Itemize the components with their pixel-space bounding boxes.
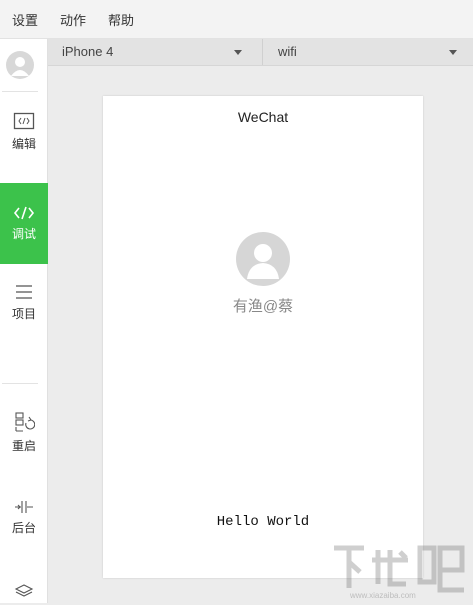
page-title: WeChat xyxy=(237,109,289,125)
code-box-icon xyxy=(0,111,48,131)
toolbar-divider xyxy=(262,39,263,65)
network-select[interactable]: wifi xyxy=(278,39,468,65)
network-select-value: wifi xyxy=(278,44,297,59)
sidebar-item-label: 编辑 xyxy=(11,137,36,151)
menu-settings[interactable]: 设置 xyxy=(12,10,38,29)
background-icon xyxy=(0,499,48,515)
simulator-toolbar: iPhone 4 wifi xyxy=(48,39,473,66)
menu-bar: 设置 动作 帮助 xyxy=(0,0,473,39)
chevron-down-icon xyxy=(234,50,242,55)
sidebar: 编辑 调试 项目 重启 后台 xyxy=(0,39,48,603)
device-select-value: iPhone 4 xyxy=(62,44,114,59)
sidebar-item-label: 重启 xyxy=(11,439,36,453)
sidebar-item-project[interactable]: 项目 xyxy=(0,283,48,343)
sidebar-divider xyxy=(2,383,38,384)
user-avatar-icon xyxy=(236,232,290,286)
sidebar-item-edit[interactable]: 编辑 xyxy=(0,111,48,169)
layers-icon xyxy=(0,583,48,599)
phone-simulator: WeChat 有渔@蔡 Hello World xyxy=(103,96,423,578)
sidebar-item-restart[interactable]: 重启 xyxy=(0,411,48,471)
menu-lines-icon xyxy=(0,283,48,301)
sidebar-item-label: 调试 xyxy=(11,227,36,241)
user-avatar-icon[interactable] xyxy=(6,51,34,79)
hello-text: Hello World xyxy=(216,514,310,530)
sidebar-item-background[interactable]: 后台 xyxy=(0,499,48,549)
sidebar-item-label: 项目 xyxy=(11,307,36,321)
menu-help[interactable]: 帮助 xyxy=(108,10,134,29)
sidebar-divider xyxy=(2,91,38,92)
menu-actions[interactable]: 动作 xyxy=(60,10,86,29)
device-select[interactable]: iPhone 4 xyxy=(62,39,262,65)
sidebar-item-debug[interactable]: 调试 xyxy=(0,183,48,264)
restart-icon xyxy=(0,411,48,433)
watermark-url: www.xiazaiba.com xyxy=(349,591,416,600)
watermark-logo: www.xiazaiba.com xyxy=(330,540,470,600)
user-nickname: 有渔@蔡 xyxy=(232,298,294,315)
sidebar-item-layers[interactable] xyxy=(0,583,48,601)
sidebar-item-label: 后台 xyxy=(11,521,36,535)
code-icon xyxy=(0,205,48,221)
chevron-down-icon xyxy=(449,50,457,55)
